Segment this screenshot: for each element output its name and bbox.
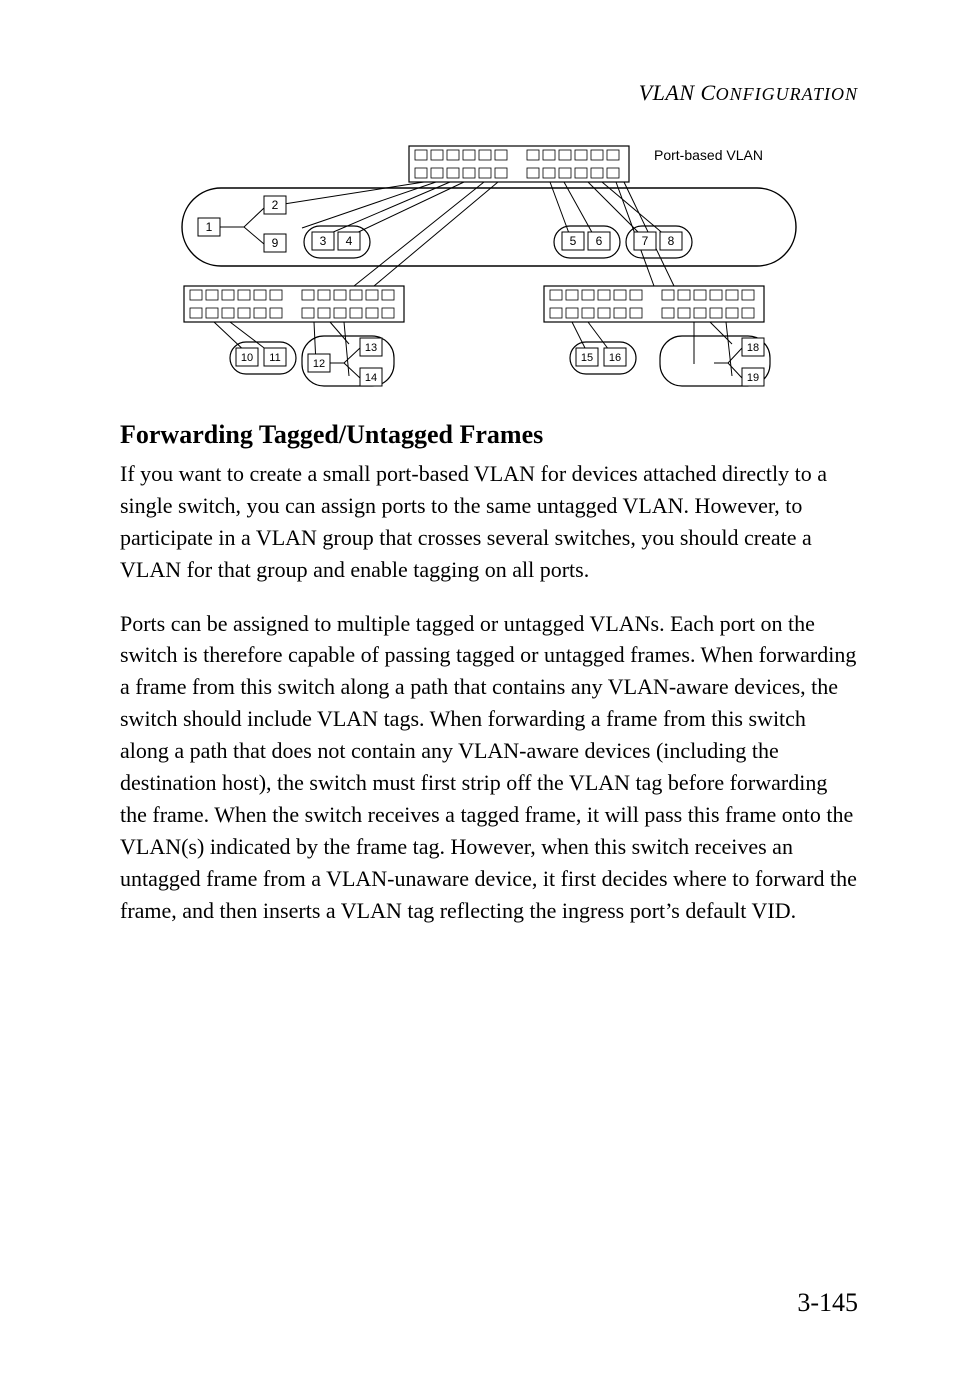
vlan-figure: Port-based VLAN 1 (120, 136, 858, 396)
num-5: 5 (570, 234, 577, 248)
num-19: 19 (747, 372, 759, 384)
label-port-based-vlan: Port-based VLAN (654, 147, 763, 163)
num-8: 8 (668, 234, 675, 248)
num-7: 7 (642, 234, 649, 248)
num-9: 9 (272, 236, 279, 250)
running-head-small: ONFIGURATION (716, 84, 858, 104)
num-12: 12 (313, 358, 325, 370)
num-14: 14 (365, 372, 377, 384)
num-4: 4 (346, 234, 353, 248)
num-13: 13 (365, 342, 377, 354)
vlan-diagram-svg: Port-based VLAN 1 (174, 136, 804, 396)
section-heading: Forwarding Tagged/Untagged Frames (120, 420, 858, 450)
num-18: 18 (747, 342, 759, 354)
paragraph-2: Ports can be assigned to multiple tagged… (120, 608, 858, 927)
num-3: 3 (320, 234, 327, 248)
num-15: 15 (581, 352, 593, 364)
num-1: 1 (206, 220, 213, 234)
running-head: VLAN CONFIGURATION (120, 80, 858, 106)
num-10: 10 (241, 352, 253, 364)
num-6: 6 (596, 234, 603, 248)
running-head-main: VLAN C (639, 80, 716, 105)
num-16: 16 (609, 352, 621, 364)
num-11: 11 (269, 352, 280, 364)
page: VLAN CONFIGURATION (0, 0, 954, 1388)
page-number: 3-145 (797, 1288, 858, 1318)
num-2: 2 (272, 198, 279, 212)
paragraph-1: If you want to create a small port-based… (120, 458, 858, 586)
